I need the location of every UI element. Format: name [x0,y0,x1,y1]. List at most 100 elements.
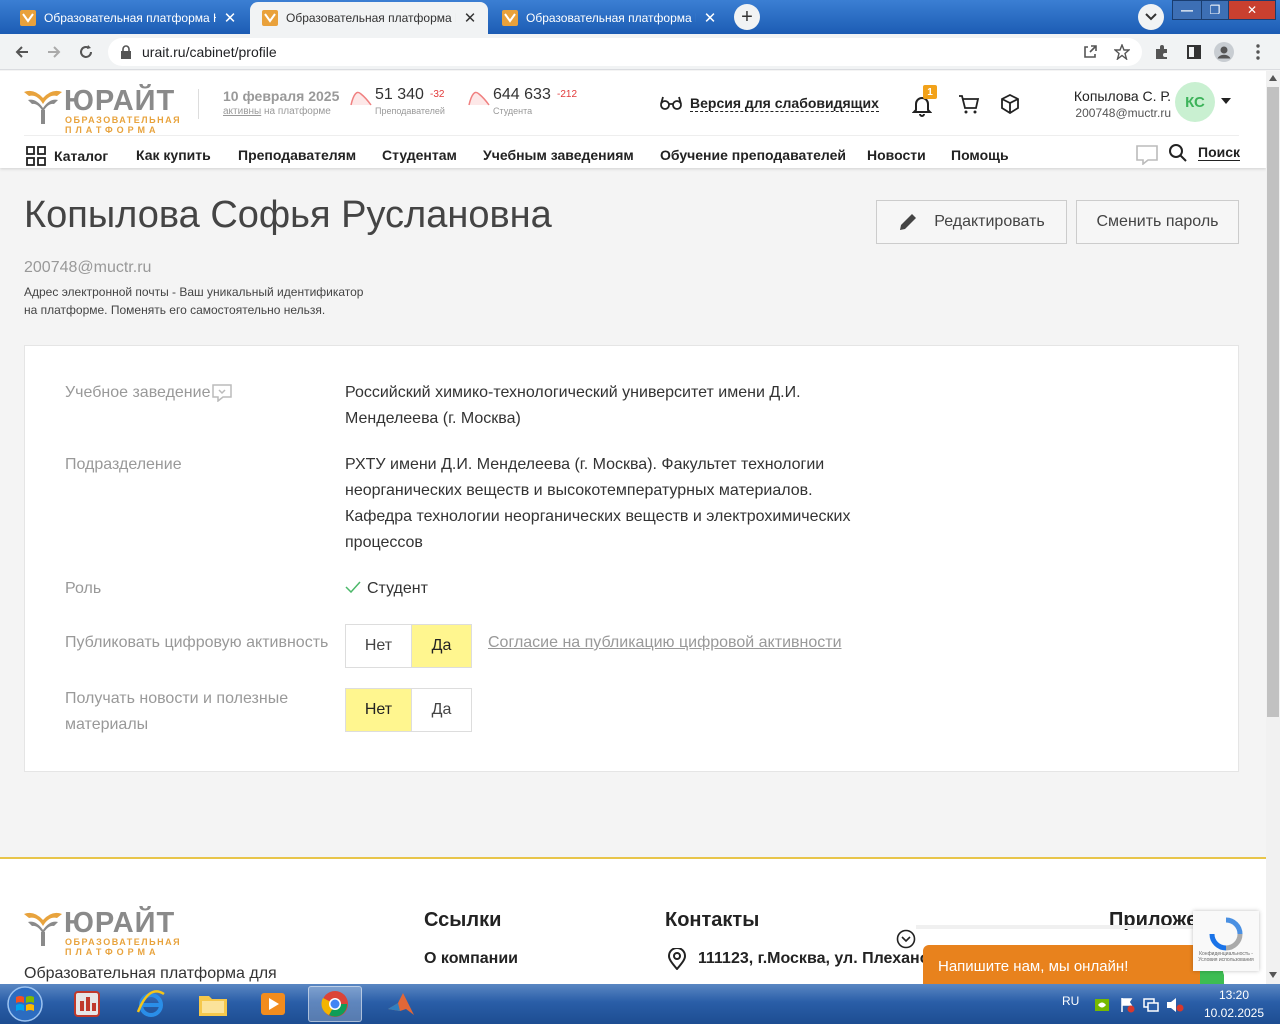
scrollbar-thumb[interactable] [1267,87,1279,717]
minimize-button[interactable]: — [1172,0,1202,20]
nvidia-tray-icon[interactable] [1094,998,1110,1012]
folder-icon [199,996,227,1016]
edit-button[interactable]: Редактировать [876,200,1067,244]
new-tab-button[interactable]: + [734,4,760,30]
recaptcha-icon [1209,917,1243,951]
profile-icon[interactable] [1214,42,1234,62]
urait-favicon-icon [502,10,518,26]
network-tray-icon[interactable] [1143,997,1159,1013]
close-tab-icon[interactable]: ✕ [222,9,238,27]
taskbar-app-presentation[interactable] [60,986,114,1022]
chevron-down-circle-icon[interactable] [896,929,916,949]
divider [24,135,1239,136]
share-icon[interactable] [1080,42,1100,62]
trend-chart-icon [350,91,372,106]
menu-item-teachers[interactable]: Преподавателям [238,147,356,163]
taskbar-app-ie[interactable] [124,986,178,1022]
news-yes-option[interactable]: Да [411,688,472,732]
language-indicator[interactable]: RU [1062,994,1079,1008]
menu-item-news[interactable]: Новости [867,147,926,163]
flag-warning-tray-icon[interactable] [1119,997,1135,1013]
browser-title-bar: Образовательная платформа Ю ✕ Образовате… [0,0,1280,34]
browser-tab-active[interactable]: Образовательная платформа Ю ✕ [250,2,488,34]
address-bar[interactable]: urait.ru/cabinet/profile [108,38,1142,66]
logo-subtitle: ОБРАЗОВАТЕЛЬНАЯ [65,115,182,125]
search-icon[interactable] [1168,143,1188,163]
menu-item-institutions[interactable]: Учебным заведениям [483,147,634,163]
user-name[interactable]: Копылова С. Р. [1040,88,1171,104]
web-page: ЮРАЙТ ОБРАЗОВАТЕЛЬНАЯ ПЛАТФОРМА 10 февра… [0,71,1266,984]
reload-icon[interactable] [76,42,96,62]
taskbar-app-media[interactable] [246,986,300,1022]
news-subscription-toggle: Нет Да [345,688,472,732]
kebab-menu-icon[interactable] [1248,42,1268,62]
package-icon[interactable] [1001,94,1019,114]
clock-date[interactable]: 10.02.2025 [1194,1006,1274,1020]
scroll-up-arrow-icon[interactable] [1269,75,1277,81]
catalog-menu-button[interactable]: Каталог [26,146,108,166]
url-text: urait.ru/cabinet/profile [142,44,277,60]
change-password-button[interactable]: Сменить пароль [1076,200,1239,244]
back-icon[interactable] [12,42,32,62]
notifications-button[interactable]: 1 [910,85,937,117]
cart-icon[interactable] [958,94,980,114]
close-tab-icon[interactable]: ✕ [462,9,478,27]
news-no-option[interactable]: Нет [345,688,412,732]
chrome-icon [321,991,348,1017]
maximize-button[interactable]: ❐ [1201,0,1229,20]
taskbar-app-explorer[interactable] [186,986,240,1022]
logo-subtitle: ОБРАЗОВАТЕЛЬНАЯ [65,937,182,947]
tab-title: Образовательная платформа Ю [44,11,216,25]
footer-logo[interactable]: ЮРАЙТ ОБРАЗОВАТЕЛЬНАЯ ПЛАТФОРМА [24,908,180,957]
online-chat-button[interactable]: Напишите нам, мы онлайн! [923,945,1223,984]
role-value: Студент [345,576,428,602]
start-button[interactable] [4,984,46,1024]
user-email: 200748@muctr.ru [1075,106,1171,120]
recaptcha-badge[interactable]: Конфиденциальность - Условия использован… [1193,911,1259,971]
taskbar-app-matlab[interactable] [374,986,428,1022]
caret-down-icon[interactable] [1221,98,1231,104]
taskbar-app-chrome[interactable] [308,986,362,1022]
profile-details-card: Учебное заведение Российский химико-техн… [24,345,1239,772]
menu-item-how-to-buy[interactable]: Как купить [136,147,211,163]
publish-activity-toggle: Нет Да [345,624,472,668]
windows-logo-icon [7,986,43,1022]
close-window-button[interactable]: ✕ [1228,0,1276,20]
scroll-down-arrow-icon[interactable] [1269,972,1277,978]
publish-yes-option[interactable]: Да [411,624,472,668]
bookmark-star-icon[interactable] [1112,42,1132,62]
logo-wordmark: ЮРАЙТ [64,85,176,117]
extensions-icon[interactable] [1152,42,1172,62]
accessibility-version-link[interactable]: Версия для слабовидящих [690,95,879,112]
footer-links-title: Ссылки [424,909,502,931]
avatar[interactable]: КС [1175,82,1215,122]
urait-favicon-icon [20,10,36,26]
menu-item-teacher-training[interactable]: Обучение преподавателей [660,147,846,163]
browser-tab[interactable]: Образовательная платформа Ю ✕ [490,2,728,34]
institution-label: Учебное заведение [65,380,233,406]
search-link[interactable]: Поиск [1198,144,1241,161]
tab-search-button[interactable] [1138,4,1164,30]
feedback-icon[interactable] [212,384,233,402]
browser-tab[interactable]: Образовательная платформа Ю ✕ [8,2,248,34]
feedback-icon[interactable] [1136,145,1158,165]
close-tab-icon[interactable]: ✕ [702,9,718,27]
publish-no-option[interactable]: Нет [345,624,412,668]
forward-icon[interactable] [44,42,64,62]
footer-link-about[interactable]: О компании [424,950,518,968]
active-users-link[interactable]: активны [223,106,261,117]
internet-explorer-icon [136,990,165,1017]
footer-tagline: Образовательная платформа для [24,965,277,982]
students-label: Студента [493,106,533,116]
email-note: Адрес электронной почты - Ваш уникальный… [24,285,364,317]
urait-logo[interactable]: ЮРАЙТ ОБРАЗОВАТЕЛЬНАЯ ПЛАТФОРМА [24,85,180,135]
volume-muted-tray-icon[interactable] [1166,997,1184,1013]
menu-item-students[interactable]: Студентам [382,147,457,163]
side-panel-icon[interactable] [1184,42,1204,62]
publish-activity-label: Публиковать цифровую активность [65,634,329,651]
divider [916,925,1196,929]
glasses-icon [660,96,682,110]
menu-item-help[interactable]: Помощь [951,147,1009,163]
clock-time[interactable]: 13:20 [1194,988,1274,1002]
publish-consent-link[interactable]: Согласие на публикацию цифровой активнос… [488,634,842,652]
